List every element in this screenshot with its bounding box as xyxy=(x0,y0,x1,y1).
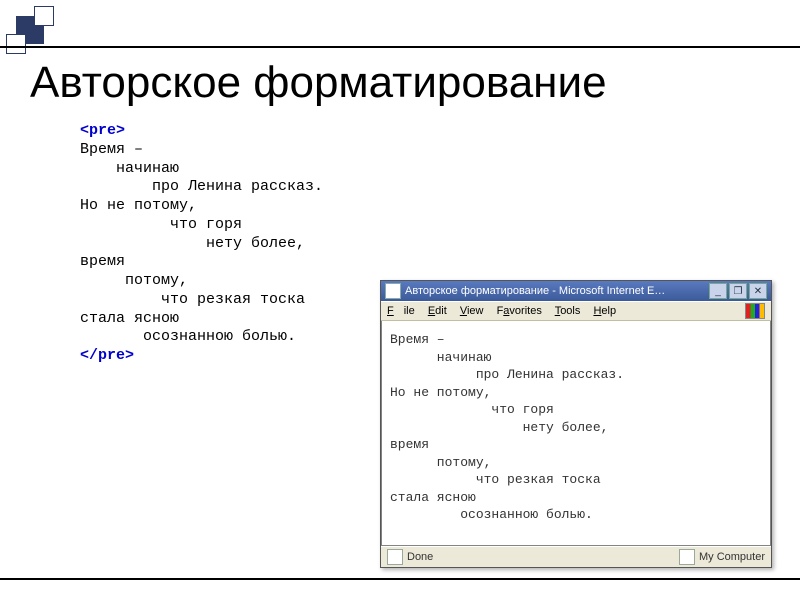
minimize-button[interactable]: _ xyxy=(709,283,727,299)
code-body: Время – начинаю про Ленина рассказ. Но н… xyxy=(80,141,323,346)
browser-title-text: Авторское форматирование - Microsoft Int… xyxy=(405,285,665,297)
menu-help[interactable]: Help xyxy=(593,305,616,317)
slide-title: Авторское форматирование xyxy=(30,58,607,108)
menu-tools[interactable]: Tools xyxy=(555,305,581,317)
menu-view[interactable]: View xyxy=(460,305,484,317)
maximize-button[interactable]: ❐ xyxy=(729,283,747,299)
my-computer-icon xyxy=(679,549,695,565)
menu-file[interactable]: File xyxy=(387,305,415,317)
pre-open-tag: <pre> xyxy=(80,122,125,139)
horizontal-rule-top xyxy=(0,46,800,48)
browser-menubar: File Edit View Favorites Tools Help xyxy=(381,301,771,321)
status-done-icon xyxy=(387,549,403,565)
windows-flag-icon xyxy=(745,303,765,319)
rendered-pre-content: Время – начинаю про Ленина рассказ. Но н… xyxy=(390,331,762,524)
ie-app-icon xyxy=(385,283,401,299)
browser-statusbar: Done My Computer xyxy=(381,546,771,567)
status-left-text: Done xyxy=(407,551,433,563)
close-button[interactable]: ✕ xyxy=(749,283,767,299)
pre-close-tag: </pre> xyxy=(80,347,134,364)
browser-titlebar[interactable]: Авторское форматирование - Microsoft Int… xyxy=(381,281,771,301)
window-controls: _ ❐ ✕ xyxy=(709,283,767,299)
status-right-text: My Computer xyxy=(699,551,765,563)
horizontal-rule-bottom xyxy=(0,578,800,580)
code-block: <pre> Время – начинаю про Ленина рассказ… xyxy=(80,122,323,366)
menu-edit[interactable]: Edit xyxy=(428,305,447,317)
browser-window: Авторское форматирование - Microsoft Int… xyxy=(380,280,772,568)
menu-favorites[interactable]: Favorites xyxy=(497,305,542,317)
browser-viewport: Время – начинаю про Ленина рассказ. Но н… xyxy=(381,321,771,546)
